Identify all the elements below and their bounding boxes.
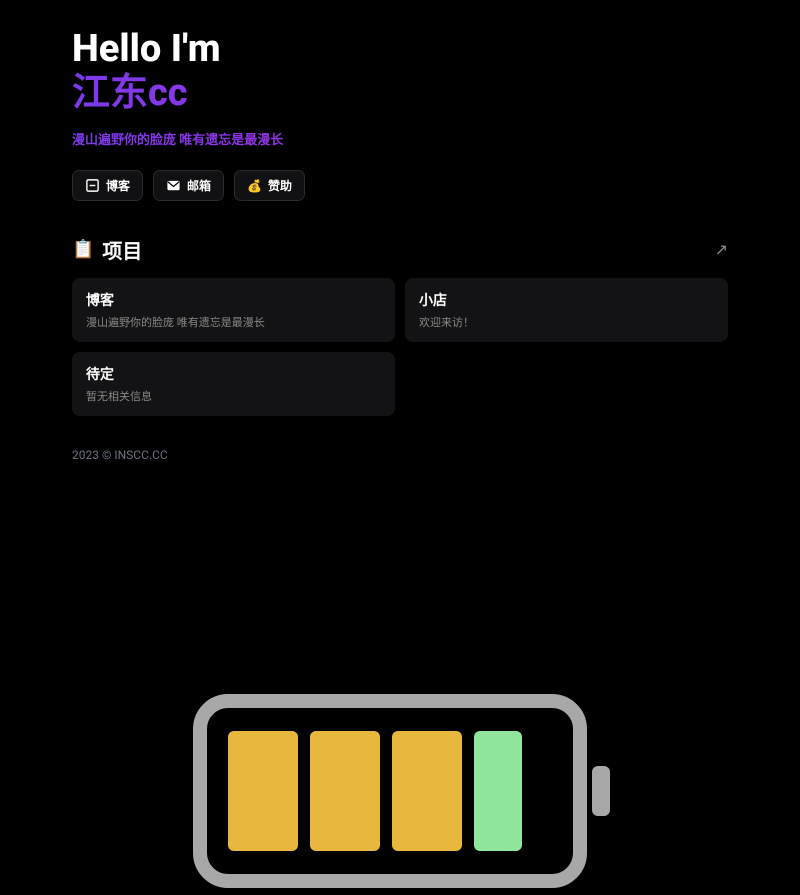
card-desc: 欢迎来访！ <box>419 314 714 330</box>
link-label: 博客 <box>106 177 130 194</box>
card-title: 小店 <box>419 290 714 310</box>
hero-name: 江东cc <box>72 72 728 116</box>
card-blog[interactable]: 博客 漫山遍野你的脸庞 唯有遗忘是最漫长 <box>72 278 395 342</box>
section-title: 项目 <box>102 235 142 264</box>
card-title: 待定 <box>86 364 381 384</box>
card-shop[interactable]: 小店 欢迎来访！ <box>405 278 728 342</box>
blog-icon <box>85 178 100 193</box>
links-row: 博客 邮箱 💰 赞助 <box>72 170 728 201</box>
link-blog[interactable]: 博客 <box>72 170 143 201</box>
link-label: 邮箱 <box>187 177 211 194</box>
card-desc: 暂无相关信息 <box>86 388 381 404</box>
hero-greeting: Hello I'm <box>72 28 728 72</box>
section-header: 📋 项目 ↗ <box>72 235 728 264</box>
link-label: 赞助 <box>268 177 292 194</box>
card-pending[interactable]: 待定 暂无相关信息 <box>72 352 395 416</box>
cards-grid: 博客 漫山遍野你的脸庞 唯有遗忘是最漫长 小店 欢迎来访！ 待定 暂无相关信息 <box>72 278 728 416</box>
clipboard-icon: 📋 <box>72 239 94 260</box>
money-icon: 💰 <box>247 178 262 193</box>
hero-subtitle: 漫山遍野你的脸庞 唯有遗忘是最漫长 <box>72 129 728 148</box>
card-desc: 漫山遍野你的脸庞 唯有遗忘是最漫长 <box>86 314 381 330</box>
battery-icon <box>180 681 620 891</box>
arrow-icon[interactable]: ↗ <box>715 240 728 259</box>
mail-icon <box>166 178 181 193</box>
footer-text: 2023 © INSCC.CC <box>72 448 728 462</box>
link-sponsor[interactable]: 💰 赞助 <box>234 170 305 201</box>
card-title: 博客 <box>86 290 381 310</box>
link-mail[interactable]: 邮箱 <box>153 170 224 201</box>
